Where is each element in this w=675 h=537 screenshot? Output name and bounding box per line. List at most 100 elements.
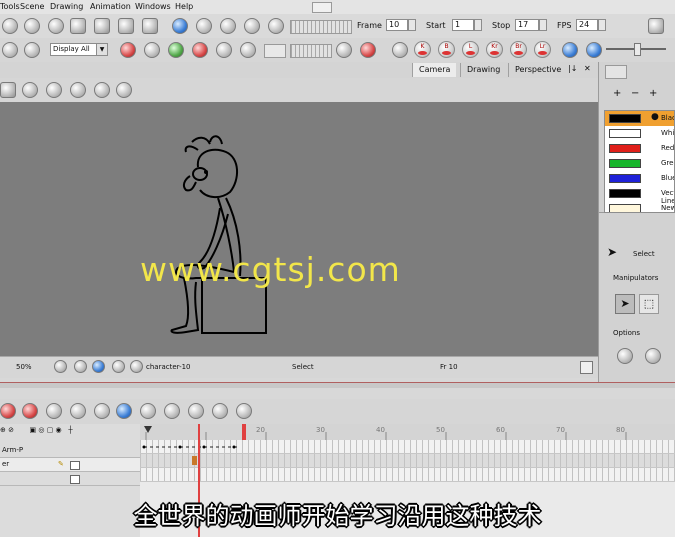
swatch-row-blue[interactable]: Blue (605, 171, 674, 186)
start-marker[interactable] (144, 426, 152, 433)
swatch-row-vectorized-line[interactable]: Vectorized Line (605, 186, 674, 205)
add-color-icon[interactable]: + (613, 88, 621, 99)
selected-frame-cell[interactable] (192, 456, 197, 465)
flip-icon[interactable] (336, 42, 352, 58)
fill-icon[interactable] (46, 82, 62, 98)
pin-icon[interactable] (142, 18, 158, 34)
menu-tools[interactable]: Tools (0, 2, 20, 11)
pencil-icon[interactable] (70, 82, 86, 98)
lasso-icon[interactable] (617, 348, 633, 364)
frame-row-selected[interactable] (140, 454, 675, 468)
tab-perspective[interactable]: Perspective (508, 63, 567, 77)
swatch-row-red[interactable]: Red (605, 141, 674, 156)
swatch-row-green[interactable]: Green (605, 156, 674, 171)
play-icon[interactable] (172, 18, 188, 34)
swatch-row-new[interactable]: New (605, 201, 674, 212)
light-table-icon[interactable] (24, 42, 40, 58)
contour-icon[interactable] (0, 82, 16, 98)
tab-drawing[interactable]: Drawing (460, 63, 506, 77)
eraser-icon[interactable] (240, 42, 256, 58)
smooth-icon[interactable] (116, 82, 132, 98)
marquee-icon[interactable] (645, 348, 661, 364)
frame-field[interactable]: 10 (386, 19, 408, 31)
color-options-icon[interactable]: + (649, 88, 657, 99)
ink-icon[interactable] (192, 42, 208, 58)
layer-row-arm[interactable]: Arm-P (0, 444, 140, 458)
network-icon[interactable] (94, 18, 110, 34)
playback-speed-slider[interactable] (290, 20, 352, 34)
lock-icon[interactable] (22, 82, 38, 98)
pen-key-k[interactable]: K (414, 41, 431, 58)
close-icon[interactable]: ✕ (584, 64, 591, 73)
stop-spinner[interactable] (539, 19, 547, 31)
ease-icon[interactable] (70, 403, 86, 419)
function-icon[interactable] (116, 403, 132, 419)
fps-field[interactable]: 24 (576, 19, 598, 31)
layer-header-tools[interactable]: ⊕ ⊘ ▣ ◎ ▢ ◉ ┼ (0, 426, 140, 439)
reset-zoom-icon[interactable] (54, 360, 67, 373)
camera-viewport[interactable] (0, 102, 598, 356)
menu-help[interactable]: Help (175, 2, 193, 11)
zoom-level[interactable]: 50% (16, 363, 32, 371)
light-icon[interactable] (392, 42, 408, 58)
selection-tool-icon[interactable] (2, 18, 18, 34)
menu-scene[interactable]: Scene (20, 2, 44, 11)
onion-skin-icon[interactable] (2, 42, 18, 58)
frame-spinner[interactable] (408, 19, 416, 31)
check-icon[interactable] (188, 403, 204, 419)
transform-icon[interactable] (24, 18, 40, 34)
display-select[interactable]: Display All ▼ (50, 43, 108, 56)
layer-row-third[interactable] (0, 472, 140, 486)
menu-animation[interactable]: Animation (90, 2, 131, 11)
loop-icon[interactable] (220, 18, 236, 34)
paint-icon[interactable] (168, 42, 184, 58)
stop-motion-icon[interactable] (120, 42, 136, 58)
pen-key-kr[interactable]: Kr (486, 41, 503, 58)
shuffle-icon[interactable] (212, 403, 228, 419)
stop-marker[interactable] (242, 424, 246, 440)
tab-camera[interactable]: Camera (412, 63, 457, 77)
sound-icon[interactable] (244, 18, 260, 34)
lightbulb-icon[interactable] (48, 18, 64, 34)
pen-key-l[interactable]: L (462, 41, 479, 58)
drawing-layer-icon[interactable] (164, 403, 180, 419)
start-field[interactable]: 1 (452, 19, 474, 31)
drawing-substitute-icon[interactable] (70, 18, 86, 34)
timeline-zoom-handle[interactable] (634, 43, 641, 56)
viewport-checkbox[interactable] (580, 361, 593, 374)
frame-row-arm[interactable] (140, 440, 675, 454)
menu-windows[interactable]: Windows (135, 2, 171, 11)
pencil-tool-icon[interactable] (144, 42, 160, 58)
previous-frame-icon[interactable] (562, 42, 578, 58)
hand-tool-icon[interactable] (140, 403, 156, 419)
next-frame-icon[interactable] (586, 42, 602, 58)
sound-scrub-icon[interactable] (268, 18, 284, 34)
hand-icon[interactable] (360, 42, 376, 58)
pen-key-b[interactable]: B (438, 41, 455, 58)
brush-icon[interactable] (216, 42, 232, 58)
timeline-ruler[interactable]: 20 30 40 50 60 70 80 (140, 424, 675, 441)
export-icon[interactable] (236, 403, 252, 419)
start-spinner[interactable] (474, 19, 482, 31)
stroke-icon[interactable] (94, 82, 110, 98)
frame-row-third[interactable] (140, 468, 675, 482)
motion-keyframe-icon[interactable] (22, 403, 38, 419)
stop-field[interactable]: 17 (515, 19, 539, 31)
swatch-row-black[interactable]: ● Black (605, 111, 674, 126)
grid-icon[interactable] (264, 44, 286, 58)
palette-menu-icon[interactable] (605, 65, 627, 79)
tab-menu-icon[interactable]: |↓ (568, 64, 577, 73)
add-keyframe-icon[interactable] (0, 403, 16, 419)
transform-manipulator-icon[interactable]: ⬚ (639, 294, 659, 314)
hierarchy-icon[interactable] (118, 18, 134, 34)
keyframe-toggle-icon[interactable] (94, 403, 110, 419)
pen-key-lr[interactable]: Lr (534, 41, 551, 58)
window-layout-icon[interactable] (648, 18, 664, 34)
stop-motion-keyframe-icon[interactable] (46, 403, 62, 419)
reset-pan-icon[interactable] (92, 360, 105, 373)
panel-splitter[interactable] (0, 382, 675, 388)
toolbar-grip[interactable] (312, 2, 332, 13)
layer-row-selected[interactable]: er ✎ (0, 458, 140, 472)
menu-drawing[interactable]: Drawing (50, 2, 83, 11)
select-manipulator-icon[interactable]: ➤ (615, 294, 635, 314)
